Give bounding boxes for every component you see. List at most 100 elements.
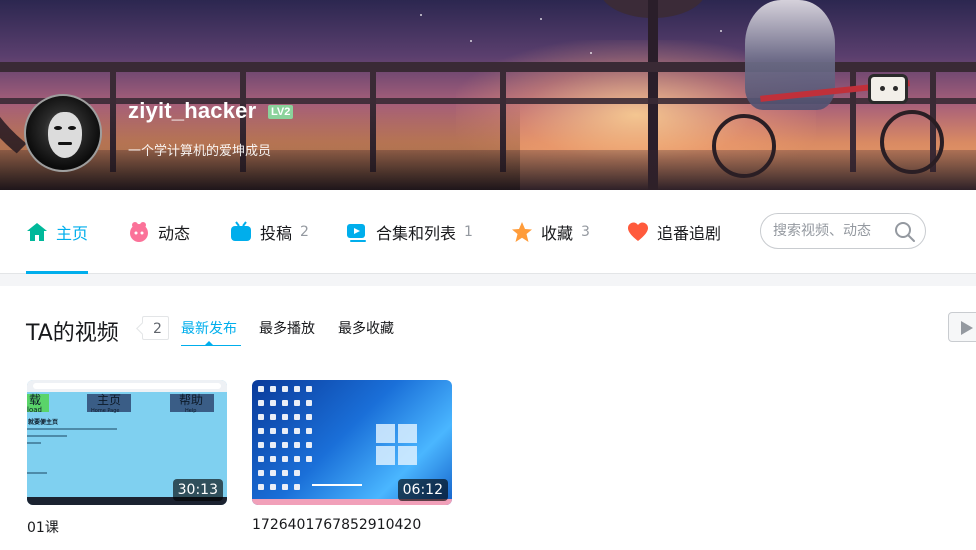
thumb-desktop-icon: [306, 442, 312, 448]
home-icon: [26, 221, 48, 243]
thumb-desktop-icon: [270, 400, 276, 406]
thumb-desktop-icon: [306, 400, 312, 406]
banner-star: [720, 30, 722, 32]
avatar-mask-image: [48, 112, 82, 158]
heart-icon: [627, 221, 649, 243]
thumb-desktop-icon: [258, 456, 264, 462]
thumb-text: load: [27, 406, 42, 414]
thumb-desktop-icon: [282, 456, 288, 462]
thumb-desktop-icon: [294, 442, 300, 448]
thumb-desktop-icon: [306, 386, 312, 392]
thumb-desktop-icon: [258, 386, 264, 392]
tab-favorites-label: 收藏: [541, 224, 574, 243]
video-thumbnail[interactable]: 载 load 主页 Home Page 帮助 Help 就要便主页 30:13: [27, 380, 227, 505]
thumb-desktop-icon: [306, 428, 312, 434]
sort-active-underline: [181, 345, 241, 346]
thumb-desktop-icon: [306, 414, 312, 420]
thumb-text: Home Page: [91, 408, 120, 414]
thumb-desktop-icon: [282, 442, 288, 448]
search-input[interactable]: [773, 222, 885, 240]
thumb-desktop-icon: [270, 414, 276, 420]
bilibili-tv-mascot-icon: [868, 74, 908, 104]
thumb-desktop-icon: [282, 414, 288, 420]
sort-latest[interactable]: 最新发布: [181, 318, 237, 338]
thumb-progress-line: [312, 484, 362, 486]
video-title[interactable]: 01课: [27, 517, 227, 537]
tab-collections-label: 合集和列表: [376, 224, 457, 243]
thumb-desktop-icon: [270, 470, 276, 476]
play-all-button[interactable]: [948, 312, 976, 342]
thumb-desktop-icon: [258, 470, 264, 476]
level-badge: LV2: [268, 105, 294, 119]
thumb-desktop-icon: [258, 400, 264, 406]
video-thumbnail[interactable]: 06:12: [252, 380, 452, 505]
thumb-desktop-icon: [294, 414, 300, 420]
thumb-desktop-icon: [282, 428, 288, 434]
thumb-desktop-icon: [258, 484, 264, 490]
search-icon[interactable]: [893, 220, 917, 244]
thumb-desktop-icon: [258, 414, 264, 420]
windows-logo-icon: [376, 424, 418, 466]
thumb-desktop-icon: [282, 400, 288, 406]
thumb-desktop-icon: [294, 456, 300, 462]
star-icon: [511, 221, 533, 243]
tab-home[interactable]: 主页: [26, 190, 89, 274]
tv-icon: [230, 221, 252, 243]
search-box[interactable]: [760, 213, 926, 249]
dynamic-icon: [128, 221, 150, 243]
video-duration: 30:13: [172, 479, 223, 501]
video-title[interactable]: 1726401767852910420: [252, 517, 452, 533]
thumb-desktop-icon: [282, 470, 288, 476]
tab-favorites[interactable]: 收藏 3: [511, 190, 590, 274]
sort-most-played[interactable]: 最多播放: [259, 318, 315, 338]
section-title[interactable]: TA的视频: [26, 315, 119, 347]
avatar[interactable]: [24, 94, 102, 172]
playlist-icon: [346, 221, 368, 243]
thumb-desktop-icon: [294, 470, 300, 476]
video-card[interactable]: 载 load 主页 Home Page 帮助 Help 就要便主页 30:13 …: [27, 380, 227, 537]
tab-collections[interactable]: 合集和列表 1: [346, 190, 473, 274]
banner-star: [420, 14, 422, 16]
tab-dynamic-label: 动态: [158, 224, 191, 243]
thumb-desktop-icon: [270, 442, 276, 448]
thumb-text-line: [27, 428, 117, 430]
tab-uploads-label: 投稿: [260, 224, 293, 243]
thumb-desktop-icon: [306, 456, 312, 462]
thumb-desktop-icon: [294, 386, 300, 392]
thumb-desktop-icon: [270, 456, 276, 462]
thumb-text-line: [27, 435, 67, 437]
username[interactable]: ziyit_hacker: [128, 98, 256, 124]
tab-favorites-count: 3: [581, 224, 590, 240]
thumb-desktop-icon: [294, 428, 300, 434]
tab-dynamic[interactable]: 动态: [128, 190, 190, 274]
video-count-badge: 2: [142, 316, 169, 340]
thumb-desktop-icon: [270, 428, 276, 434]
banner-bicycle-wheel: [712, 114, 776, 178]
thumb-desktop-icon: [282, 386, 288, 392]
thumb-text-line: [27, 442, 41, 444]
thumb-desktop-icon: [270, 484, 276, 490]
thumb-desktop-icon: [258, 428, 264, 434]
sort-most-favorited[interactable]: 最多收藏: [338, 318, 394, 338]
tab-home-label: 主页: [56, 224, 89, 243]
tab-bangumi[interactable]: 追番追剧: [627, 190, 721, 274]
banner-star: [470, 40, 472, 42]
thumb-desktop-icon: [258, 442, 264, 448]
user-signature: 一个学计算机的爱坤成员: [128, 144, 272, 159]
video-card[interactable]: 06:12 1726401767852910420: [252, 380, 452, 533]
profile-banner: [0, 0, 976, 190]
tab-uploads[interactable]: 投稿 2: [230, 190, 309, 274]
sort-active-caret: [205, 341, 213, 345]
thumb-text-line: [27, 472, 47, 474]
banner-star: [590, 52, 592, 54]
thumb-desktop-icon: [270, 386, 276, 392]
thumb-desktop-icon: [294, 400, 300, 406]
thumb-desktop-icon: [294, 484, 300, 490]
banner-star: [540, 18, 542, 20]
tab-bangumi-label: 追番追剧: [657, 224, 722, 243]
tab-uploads-count: 2: [300, 224, 309, 240]
thumb-desktop-icon: [282, 484, 288, 490]
banner-bicycle-wheel: [880, 110, 944, 174]
video-duration: 06:12: [397, 479, 448, 501]
tab-collections-count: 1: [464, 224, 473, 240]
